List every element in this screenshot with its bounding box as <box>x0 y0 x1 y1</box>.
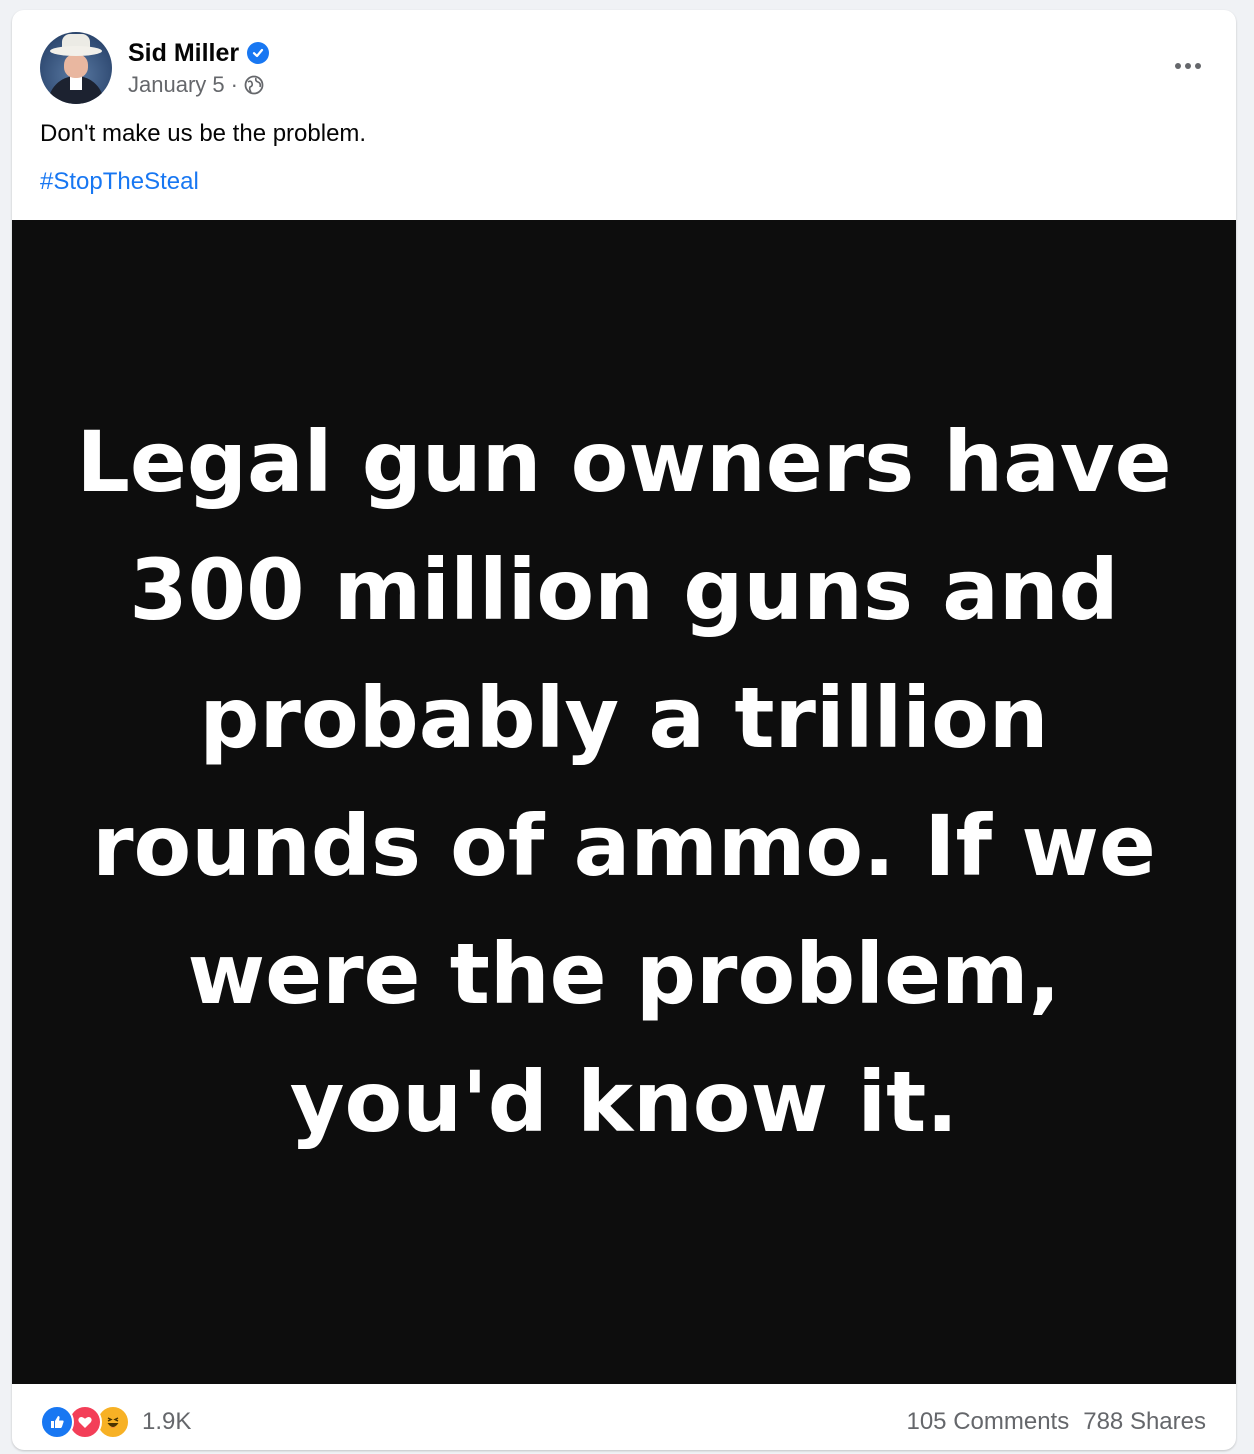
post-date[interactable]: January 5 <box>128 72 225 98</box>
post-footer: 1.9K 105 Comments 788 Shares <box>40 1400 1206 1444</box>
author-name-row: Sid Miller <box>128 39 270 68</box>
author-name[interactable]: Sid Miller <box>128 39 239 68</box>
post-date-row: January 5 · <box>128 72 269 98</box>
like-icon <box>40 1405 74 1439</box>
post-text: Don't make us be the problem. <box>40 120 367 147</box>
comments-count-link[interactable]: 105 Comments <box>906 1408 1069 1436</box>
avatar-hat-brim <box>50 46 102 56</box>
reaction-icons <box>40 1405 130 1439</box>
post-meta: Sid Miller January 5 · <box>128 39 270 98</box>
reaction-count: 1.9K <box>142 1408 192 1435</box>
reactions-summary[interactable]: 1.9K <box>40 1405 191 1439</box>
shares-count-link[interactable]: 788 Shares <box>1083 1408 1206 1436</box>
author-avatar[interactable] <box>40 32 112 104</box>
globe-icon[interactable] <box>244 75 264 95</box>
avatar-face <box>64 54 88 78</box>
more-options-button[interactable] <box>1168 46 1208 86</box>
engagement-stats: 105 Comments 788 Shares <box>906 1408 1206 1436</box>
post-header: Sid Miller January 5 · <box>40 32 270 104</box>
avatar-collar <box>70 76 82 90</box>
hashtag-link[interactable]: #StopTheSteal <box>40 168 199 196</box>
more-options-icon <box>1175 63 1201 69</box>
post-image[interactable]: Legal gun owners have 300 million guns a… <box>12 220 1236 1384</box>
post-card: Sid Miller January 5 · Don't make us be … <box>12 10 1236 1450</box>
image-caption-text: Legal gun owners have 300 million guns a… <box>76 413 1172 1151</box>
date-separator: · <box>230 71 238 97</box>
verified-badge-icon <box>247 42 270 64</box>
